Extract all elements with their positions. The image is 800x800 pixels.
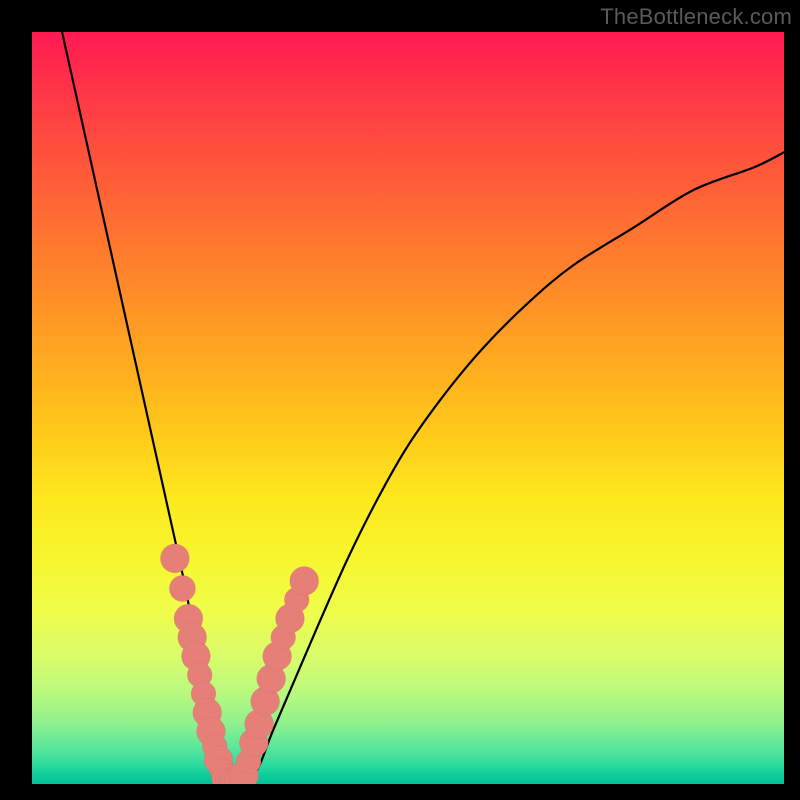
bead-marker — [169, 575, 195, 601]
curve-layer — [32, 32, 784, 784]
bead-markers-group — [160, 544, 318, 784]
bead-marker — [160, 544, 189, 573]
bead-marker — [290, 566, 319, 595]
chart-frame — [32, 32, 784, 784]
bottleneck-curve — [62, 32, 784, 784]
watermark-text: TheBottleneck.com — [600, 4, 792, 30]
plot-area — [32, 32, 784, 784]
bottleneck-curve-group — [62, 32, 784, 784]
